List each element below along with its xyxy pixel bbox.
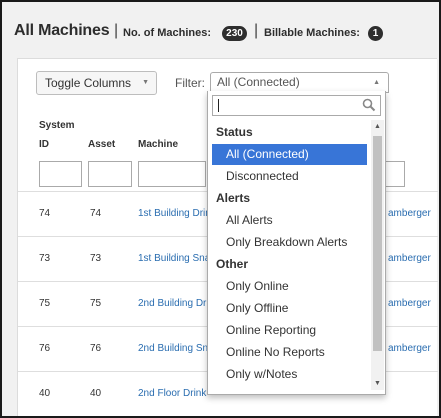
col-header-id: ID xyxy=(39,139,49,150)
location-link[interactable]: amberger xyxy=(388,298,431,309)
col-header-system: System xyxy=(39,120,75,131)
option-all-connected[interactable]: All (Connected) xyxy=(212,144,367,165)
system-id-cell: 76 xyxy=(39,343,51,354)
machine-link[interactable]: 2nd Building Drink xyxy=(138,298,208,309)
billable-count-badge: 1 xyxy=(368,26,383,41)
header-separator: | xyxy=(254,22,259,39)
scrollbar-thumb[interactable] xyxy=(373,136,382,351)
system-id-filter-input[interactable] xyxy=(39,161,82,187)
machine-link[interactable]: 1st Building Drink xyxy=(138,208,208,219)
machines-count-label: No. of Machines: xyxy=(123,27,212,39)
option-disconnected[interactable]: Disconnected xyxy=(212,166,367,187)
scroll-down-arrow-icon[interactable]: ▼ xyxy=(371,377,384,390)
asset-cell: 74 xyxy=(90,208,102,219)
scroll-up-arrow-icon[interactable]: ▲ xyxy=(371,120,384,133)
filter-dropdown: Status All (Connected) Disconnected Aler… xyxy=(207,91,386,395)
search-icon xyxy=(362,98,376,112)
option-online-no-reports[interactable]: Online No Reports xyxy=(212,342,367,363)
location-link[interactable]: amberger xyxy=(388,253,431,264)
filter-select[interactable]: All (Connected) ▲ xyxy=(210,72,389,93)
filter-label: Filter: xyxy=(175,76,205,90)
chevron-down-icon: ▼ xyxy=(142,79,149,86)
option-all-alerts[interactable]: All Alerts xyxy=(212,210,367,231)
col-header-asset[interactable]: Asset xyxy=(88,139,115,150)
system-id-cell: 75 xyxy=(39,298,51,309)
page-title: All Machines xyxy=(14,22,110,39)
location-link[interactable]: amberger xyxy=(388,343,431,354)
col-header-machine[interactable]: Machine xyxy=(138,139,178,150)
system-id-cell: 73 xyxy=(39,253,51,264)
header-separator: | xyxy=(114,22,119,39)
dropdown-options-list: Status All (Connected) Disconnected Aler… xyxy=(208,120,372,391)
system-id-cell: 74 xyxy=(39,208,51,219)
filter-selected-value: All (Connected) xyxy=(217,75,300,89)
group-label-other: Other xyxy=(216,257,249,271)
toggle-columns-label: Toggle Columns xyxy=(45,76,132,90)
machine-filter-input[interactable] xyxy=(138,161,206,187)
dropdown-scrollbar[interactable]: ▲ ▼ xyxy=(371,120,384,390)
machine-link[interactable]: 2nd Building Snack xyxy=(138,343,208,354)
text-cursor xyxy=(218,99,219,112)
option-only-breakdown-alerts[interactable]: Only Breakdown Alerts xyxy=(212,232,367,253)
page-header: All Machines | No. of Machines: 230 | Bi… xyxy=(2,2,439,54)
system-id-cell: 40 xyxy=(39,388,51,399)
machines-count-badge: 230 xyxy=(222,26,247,41)
app-window: All Machines | No. of Machines: 230 | Bi… xyxy=(0,0,441,418)
machine-link[interactable]: 1st Building Snack xyxy=(138,253,208,264)
option-only-with-notes[interactable]: Only w/Notes xyxy=(212,364,367,385)
machine-link[interactable]: 2nd Floor Drink xyxy=(138,388,208,399)
toggle-columns-button[interactable]: Toggle Columns ▼ xyxy=(36,71,157,95)
chevron-up-icon: ▲ xyxy=(373,79,380,86)
dropdown-search-input[interactable] xyxy=(212,95,381,116)
option-only-offline[interactable]: Only Offline xyxy=(212,298,367,319)
group-label-alerts: Alerts xyxy=(216,191,251,205)
billable-count-label: Billable Machines: xyxy=(264,27,360,39)
option-only-online[interactable]: Only Online xyxy=(212,276,367,297)
option-online-reporting[interactable]: Online Reporting xyxy=(212,320,367,341)
asset-cell: 73 xyxy=(90,253,102,264)
group-label-status: Status xyxy=(216,125,253,139)
asset-filter-input[interactable] xyxy=(88,161,132,187)
location-link[interactable]: amberger xyxy=(388,208,431,219)
asset-cell: 75 xyxy=(90,298,102,309)
asset-cell: 76 xyxy=(90,343,102,354)
asset-cell: 40 xyxy=(90,388,102,399)
column-filter-input[interactable] xyxy=(383,161,405,187)
